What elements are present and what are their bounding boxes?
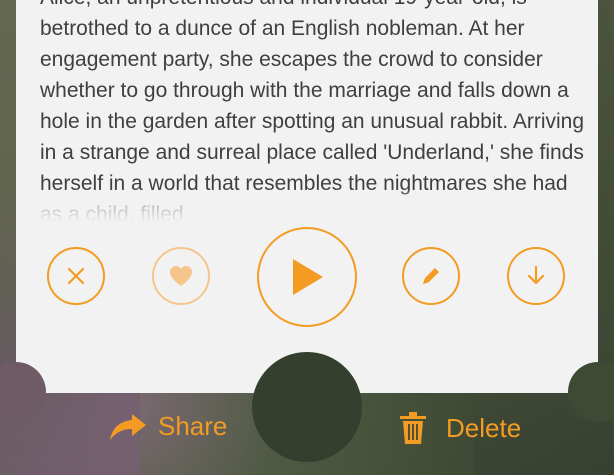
- delete-button[interactable]: Delete: [398, 410, 521, 446]
- download-icon: [523, 263, 549, 289]
- card-notch-center: [252, 352, 362, 462]
- pencil-icon: [418, 263, 444, 289]
- edit-button[interactable]: [402, 247, 460, 305]
- like-button[interactable]: [152, 247, 210, 305]
- download-button[interactable]: [507, 247, 565, 305]
- close-button[interactable]: [47, 247, 105, 305]
- story-text: Alice, an unpretentious and individual 1…: [40, 0, 585, 222]
- trash-icon: [398, 410, 428, 446]
- delete-label: Delete: [446, 412, 522, 443]
- share-button[interactable]: Share: [108, 410, 227, 442]
- share-arrow-icon: [108, 410, 148, 442]
- close-icon: [64, 264, 88, 288]
- story-card: Alice, an unpretentious and individual 1…: [0, 0, 614, 462]
- play-button[interactable]: [257, 227, 357, 327]
- play-icon: [289, 257, 325, 297]
- share-label: Share: [158, 410, 228, 441]
- heart-icon: [168, 264, 194, 288]
